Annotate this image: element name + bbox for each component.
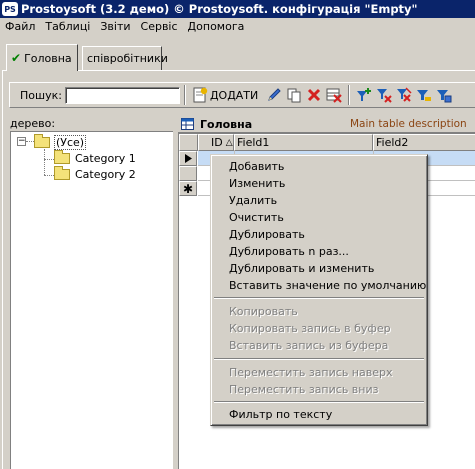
menu-item-copy-to-buffer[interactable]: Копировать запись в буфер [229,320,391,336]
menu-item-duplicate-n[interactable]: Дублировать n раз... [229,243,349,259]
grid-corner [179,134,198,151]
window-title: Prostoysoft (3.2 демо) © Prostoysoft. ко… [21,2,418,16]
copy-icon [287,88,301,103]
menu-item-text-filter[interactable]: Фильтр по тексту [229,406,332,422]
tab-home[interactable]: ✔ Головна [6,44,78,71]
add-button-label: ДОДАТИ [209,88,259,102]
delete-icon [308,88,321,102]
menu-item-edit[interactable]: Изменить [229,175,285,191]
grid-header-bar: Головна Main table description [178,116,475,133]
menu-item-delete[interactable]: Удалить [229,192,277,208]
menu-item-duplicate[interactable]: Дублировать [229,226,305,242]
app-icon: PS [2,2,18,16]
filter-remove-icon [377,89,392,103]
menu-item-move-down[interactable]: Переместить запись вниз [229,381,378,397]
menu-item-paste-from-buffer[interactable]: Вставить запись из буфера [229,337,388,353]
toolbar-separator [183,85,186,105]
search-input[interactable] [64,86,180,104]
tree-label: дерево: [10,117,56,130]
tree-line [44,159,54,160]
tree-item-label: Category 1 [75,152,136,165]
menu-separator [214,401,424,403]
menu-bar: Файл Таблиці Звіти Сервіс Допомога [0,18,475,34]
tab-employees[interactable]: співробітники [82,46,168,70]
column-header-id[interactable]: ID △ [198,134,234,151]
folder-icon [54,150,70,164]
tab-employees-label: співробітники [87,52,168,65]
menu-separator [214,297,424,299]
row-indicator[interactable]: ✱ [179,181,197,196]
grid-description: Main table description [350,118,467,130]
filter-icon [417,90,432,101]
tree-line [44,175,54,176]
sort-ascending-icon: △ [225,137,233,148]
filter-save-button[interactable] [434,85,454,105]
menu-separator [214,358,424,360]
menu-item-insert-default[interactable]: Вставить значение по умолчанию [229,277,426,293]
title-bar[interactable]: PS Prostoysoft (3.2 демо) © Prostoysoft.… [0,0,475,18]
filter-button[interactable] [414,85,434,105]
edit-pencil-icon [268,88,281,101]
column-header-field1[interactable]: Field1 [234,134,373,151]
filter-clear-icon [397,87,412,102]
grid-title: Головна [200,117,253,131]
tree-line [44,149,45,175]
tree-item-category-2[interactable]: Category 2 [54,166,136,181]
filter-remove-button[interactable] [374,85,394,105]
filter-add-icon [357,88,372,101]
menu-item-clear[interactable]: Очистить [229,209,284,225]
new-row-asterisk-icon: ✱ [182,181,194,196]
check-icon: ✔ [11,51,22,65]
tab-home-label: Головна [24,51,72,65]
menu-tables[interactable]: Таблиці [40,20,95,33]
table-icon [181,118,194,130]
menu-item-copy[interactable]: Копировать [229,303,298,319]
menu-help[interactable]: Допомога [183,20,250,33]
tab-strip: ✔ Головна співробітники [0,44,475,71]
current-row-arrow-icon [184,154,192,163]
copy-button[interactable] [284,85,304,105]
menu-item-add[interactable]: Добавить [229,158,284,174]
tree-item-label: Category 2 [75,168,136,181]
context-menu: Добавить Изменить Удалить Очистить Дубли… [210,154,428,426]
tree-panel: − (Усе) Category 1 Category 2 [10,131,173,469]
tree-item-category-1[interactable]: Category 1 [54,150,136,165]
delete-all-icon [326,88,342,103]
column-header-field2[interactable]: Field2 [373,134,475,151]
add-button[interactable]: ДОДАТИ [190,85,260,105]
tree-root-label: (Усе) [54,135,87,150]
menu-file[interactable]: Файл [0,20,40,33]
delete-all-button[interactable] [324,85,344,105]
row-indicator[interactable] [179,166,197,181]
menu-reports[interactable]: Звіти [95,20,135,33]
row-indicator[interactable] [179,151,197,166]
folder-icon [54,166,70,180]
filter-clear-button[interactable] [394,85,414,105]
menu-service[interactable]: Сервіс [136,20,183,33]
delete-button[interactable] [304,85,324,105]
filter-add-button[interactable] [354,85,374,105]
menu-item-move-up[interactable]: Переместить запись наверх [229,364,392,380]
tree-root[interactable]: (Усе) [34,134,87,150]
search-label: Пошук: [20,88,62,102]
menu-item-duplicate-edit[interactable]: Дублировать и изменить [229,260,374,276]
filter-save-icon [437,90,452,103]
collapse-toggle-icon[interactable]: − [17,137,26,146]
folder-open-icon [34,134,50,148]
add-record-icon [193,87,208,103]
toolbar: Пошук: ДОДАТИ [9,82,475,108]
toolbar-separator [348,85,351,105]
tree-line [26,141,34,142]
edit-button[interactable] [264,85,284,105]
